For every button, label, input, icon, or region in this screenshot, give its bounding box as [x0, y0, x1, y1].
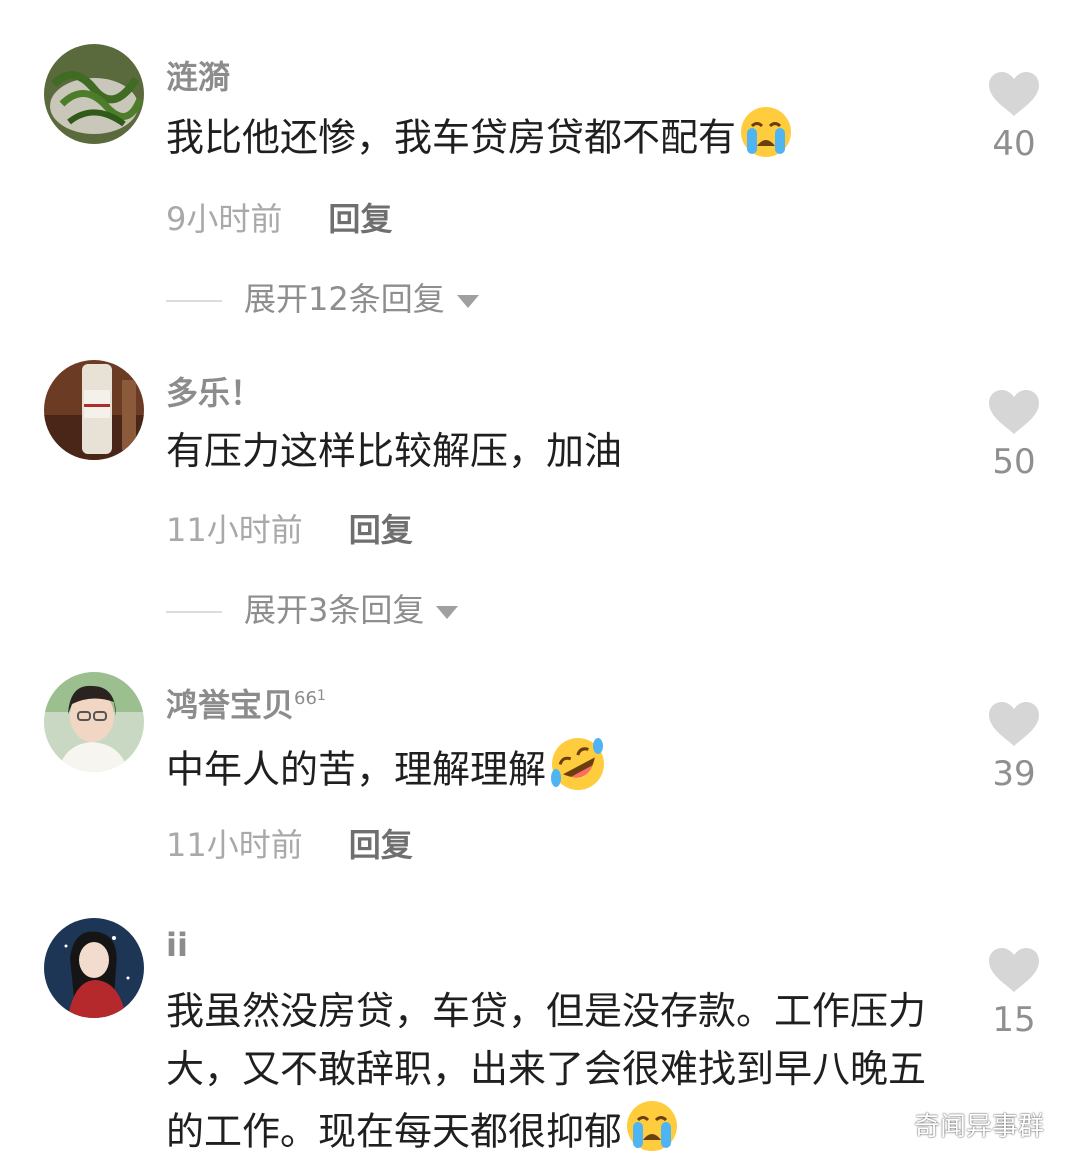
avatar[interactable] — [44, 918, 144, 1018]
comment-meta: 9小时前 回复 — [166, 194, 392, 240]
comment-text: 我虽然没房贷，车贷，但是没存款。工作压力大，又不敢辞职，出来了会很难找到早八晚五… — [166, 982, 936, 1170]
username[interactable]: ii — [166, 926, 188, 964]
username[interactable]: 多乐！ — [166, 368, 262, 414]
like-button[interactable]: 40 — [982, 70, 1046, 164]
heart-icon — [989, 390, 1039, 434]
comment-text-content: 我虽然没房贷，车贷，但是没存款。工作压力大，又不敢辞职，出来了会很难找到早八晚五… — [166, 989, 927, 1154]
expand-replies-button[interactable]: 展开12条回复 — [166, 274, 479, 320]
user-badge: 661 — [294, 688, 326, 710]
rolling-on-floor-laughing-icon — [548, 734, 608, 810]
watermark-label: 奇闻异事群 — [913, 1112, 1044, 1142]
chevron-down-icon — [436, 605, 459, 619]
expand-replies-button[interactable]: 展开3条回复 — [166, 585, 459, 631]
watermark: 奇闻异事群 — [868, 1106, 1044, 1143]
comment-text: 我比他还惨，我车贷房贷都不配有 — [166, 104, 936, 176]
username-label: 鸿誉宝贝 — [166, 686, 295, 724]
reply-button[interactable]: 回复 — [349, 511, 413, 549]
like-count: 15 — [992, 1000, 1036, 1040]
expand-replies-label: 展开3条回复 — [244, 591, 425, 629]
comment-text-content: 中年人的苦，理解理解 — [166, 747, 547, 792]
wechat-icon — [868, 1113, 908, 1142]
heart-icon — [989, 948, 1039, 992]
comment-text-content: 我比他还惨，我车贷房贷都不配有 — [166, 115, 737, 160]
like-button[interactable]: 50 — [982, 388, 1046, 482]
comment-text: 中年人的苦，理解理解 — [166, 734, 936, 810]
loudly-crying-face-icon — [738, 104, 794, 176]
comment-meta: 11小时前 回复 — [166, 820, 413, 866]
heart-icon — [989, 72, 1039, 116]
comment-meta: 11小时前 回复 — [166, 505, 413, 551]
like-count: 40 — [992, 124, 1036, 164]
reply-button[interactable]: 回复 — [328, 200, 392, 238]
timestamp: 9小时前 — [166, 200, 283, 238]
avatar[interactable] — [44, 360, 144, 460]
like-count: 39 — [992, 754, 1036, 794]
comment-text: 有压力这样比较解压，加油 — [166, 422, 936, 480]
reply-button[interactable]: 回复 — [349, 826, 413, 864]
like-count: 50 — [992, 442, 1036, 482]
timestamp: 11小时前 — [166, 826, 303, 864]
like-button[interactable]: 39 — [982, 700, 1046, 794]
divider-line — [166, 300, 222, 302]
username[interactable]: 涟漪 — [166, 52, 230, 98]
like-button[interactable]: 15 — [982, 946, 1046, 1040]
chevron-down-icon — [456, 294, 479, 308]
heart-icon — [989, 702, 1039, 746]
comment-text-content: 有压力这样比较解压，加油 — [166, 429, 623, 473]
divider-line — [166, 611, 222, 613]
avatar[interactable] — [44, 44, 144, 144]
expand-replies-label: 展开12条回复 — [244, 280, 445, 318]
timestamp: 11小时前 — [166, 511, 303, 549]
loudly-crying-face-icon — [624, 1098, 680, 1170]
username[interactable]: 鸿誉宝贝661 — [166, 680, 326, 726]
avatar[interactable] — [44, 672, 144, 772]
